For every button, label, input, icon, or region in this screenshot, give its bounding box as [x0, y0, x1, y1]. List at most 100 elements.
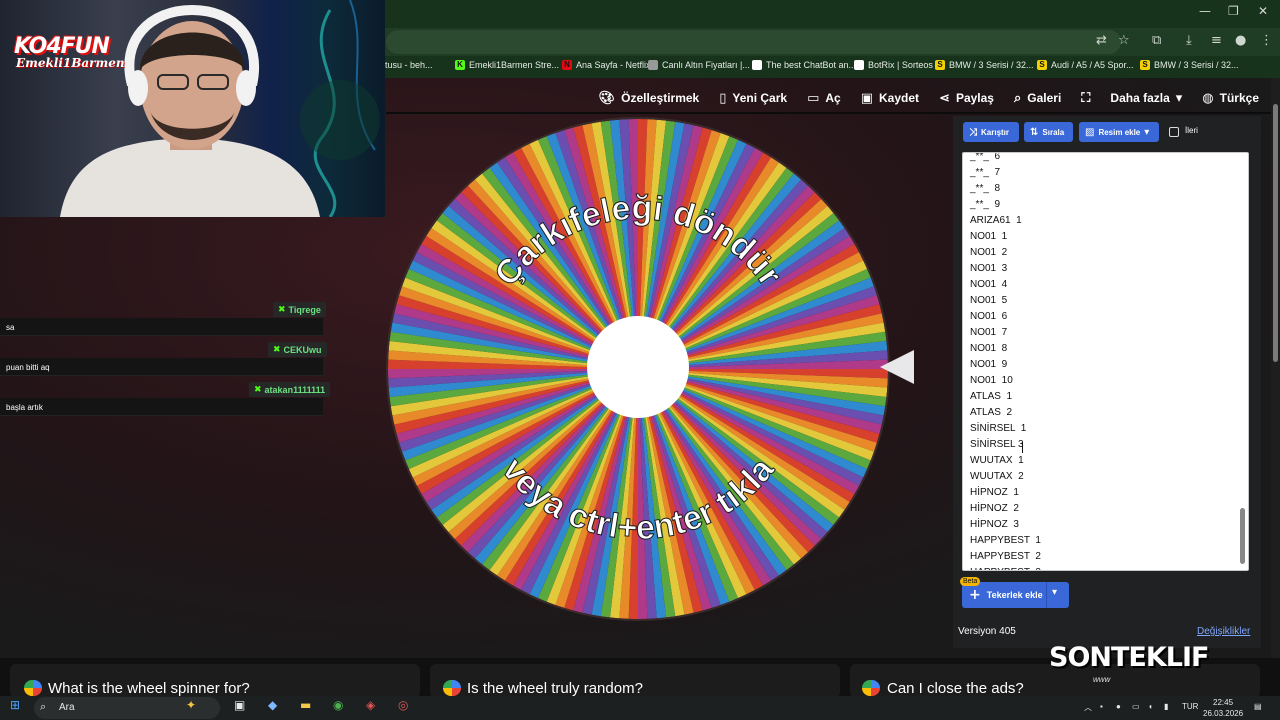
profile-avatar-icon[interactable]: ●: [1235, 33, 1246, 48]
page-scrollbar-thumb[interactable]: [1273, 104, 1278, 362]
entry-line: ATLAS 2: [970, 407, 1013, 418]
add-image-button[interactable]: ▨ Resim ekle ▾: [1079, 122, 1159, 142]
bookmark-label: Emekli1Barmen Stre...: [469, 60, 560, 70]
tab-search-icon[interactable]: ≡: [1211, 33, 1222, 48]
faq-question[interactable]: What is the wheel spinner for?: [48, 680, 250, 697]
file-icon: ▯: [719, 90, 727, 106]
entry-line: _**_ 6: [970, 152, 1001, 162]
taskbar-search-label: Ara: [59, 702, 75, 713]
bookmark-item[interactable]: K Emekli1Barmen Stre...: [455, 60, 559, 70]
chat-message: sa: [0, 318, 323, 336]
browser-menu-icon[interactable]: ⋮: [1260, 33, 1273, 48]
translate-icon[interactable]: ⇄: [1096, 33, 1107, 48]
spin-wheel[interactable]: Çarkıfeleği döndür veya ctrl+enter tıkla: [384, 115, 892, 623]
file-explorer-icon[interactable]: ▬: [300, 698, 311, 712]
bookmark-favicon-icon: [648, 60, 658, 70]
bookmark-item[interactable]: S Audi / A5 / A5 Spor...: [1037, 60, 1134, 70]
entry-line: _**_ 7: [970, 167, 1001, 178]
wheel-pointer: [880, 350, 914, 384]
maximize-icon[interactable]: ❐: [1228, 4, 1239, 18]
bookmark-item[interactable]: S BMW / 3 Serisi / 32...: [1140, 60, 1239, 70]
bookmark-label: Ana Sayfa - Netflix: [576, 60, 651, 70]
chat-message: puan bitti aq: [0, 358, 323, 376]
text-caret: [1022, 442, 1023, 453]
bookmark-item[interactable]: S BMW / 3 Serisi / 32...: [935, 60, 1034, 70]
save-icon: ▣: [860, 90, 874, 106]
add-wheel-button[interactable]: + Tekerlek ekle ▾: [962, 582, 1069, 608]
extensions-icon[interactable]: ⧉: [1152, 33, 1161, 48]
language-menu[interactable]: ◍ Türkçe: [1202, 91, 1259, 106]
bookmark-item[interactable]: BotRix | Sorteos: [854, 60, 933, 70]
chat-username: ✖ Tiqrege: [273, 302, 326, 317]
globe-icon: ◍: [1202, 90, 1214, 106]
advanced-checkbox[interactable]: [1169, 127, 1179, 137]
entry-line: WUUTAX 1: [970, 455, 1024, 466]
entries-scrollbar[interactable]: [1239, 159, 1246, 564]
chat-username: ✖ atakan1111111: [249, 382, 331, 397]
screen: — ❐ ✕ ⇄ ☆ ⧉ ⤓ ≡ ● ⋮ Kutusu - beh... K Emek…: [0, 0, 1280, 720]
caret-down-icon[interactable]: ▾: [1052, 587, 1057, 598]
app-icon[interactable]: ◆: [268, 698, 277, 712]
tray-app-icon[interactable]: ▪: [1100, 702, 1103, 711]
bookmark-item[interactable]: N Ana Sayfa - Netflix: [562, 60, 651, 70]
sort-button[interactable]: ⇅ Sırala: [1024, 122, 1073, 142]
clock-time: 22:45: [1213, 698, 1234, 707]
address-bar[interactable]: [386, 30, 1121, 54]
chat-username: ✖ CEKUwu: [268, 342, 327, 357]
open-button[interactable]: ▭ Aç: [807, 91, 841, 106]
webcam-overlay: KO4FUN Emekli1Barmen: [0, 0, 385, 217]
obs-icon[interactable]: ◎: [398, 698, 408, 712]
faq-question[interactable]: Can I close the ads?: [887, 680, 1024, 697]
bookmark-favicon-icon: N: [562, 60, 572, 70]
fullscreen-button[interactable]: ⛶: [1081, 91, 1090, 106]
chrome-icon[interactable]: ◉: [333, 698, 343, 712]
entry-line: NO01 8: [970, 343, 1008, 354]
customize-button[interactable]: 🎨︎ Özelleştirmek: [599, 91, 700, 106]
changes-link[interactable]: Değişiklikler: [1197, 626, 1250, 637]
clock-date: 26.03.2026: [1203, 709, 1244, 718]
bookmark-star-icon[interactable]: ☆: [1118, 33, 1130, 48]
bookmark-favicon-icon: S: [1140, 60, 1150, 70]
shuffle-icon: ⤨: [969, 126, 977, 138]
streamer-figure: [60, 0, 380, 217]
bookmark-favicon-icon: [752, 60, 762, 70]
wheel-center-button[interactable]: [587, 316, 689, 418]
entry-line: HİPNOZ 2: [970, 503, 1019, 514]
download-icon[interactable]: ⤓: [1186, 33, 1192, 48]
beta-badge: Beta: [960, 577, 981, 586]
windows-start-icon[interactable]: ⊞: [10, 698, 20, 712]
network-icon[interactable]: ▭: [1132, 702, 1140, 711]
entry-line: _**_ 8: [970, 183, 1001, 194]
language-indicator[interactable]: TUR: [1182, 702, 1198, 711]
more-menu[interactable]: Daha fazla ▾: [1110, 91, 1182, 106]
bookmark-favicon-icon: K: [455, 60, 465, 70]
faq-icon: [24, 680, 42, 696]
gallery-button[interactable]: ⌕ Galeri: [1014, 91, 1061, 106]
volume-icon[interactable]: ◖: [1148, 702, 1153, 711]
task-view-icon[interactable]: ▣: [234, 698, 245, 712]
microphone-icon[interactable]: ●: [1116, 702, 1121, 711]
shuffle-button[interactable]: ⤨ Karıştır: [963, 122, 1019, 142]
stream-watermark-subtitle: www: [1093, 675, 1111, 684]
close-icon[interactable]: ✕: [1258, 4, 1268, 18]
bookmark-favicon-icon: S: [1037, 60, 1047, 70]
faq-question[interactable]: Is the wheel truly random?: [467, 680, 643, 697]
bookmark-item[interactable]: The best ChatBot an...: [752, 60, 856, 70]
share-button[interactable]: ⋖ Paylaş: [939, 91, 994, 106]
entries-textarea[interactable]: _**_ 6 _**_ 7 _**_ 8 _**_ 9 ARIZA61 1 NO01 1 N…: [962, 152, 1249, 571]
button-divider: [1046, 582, 1047, 608]
notification-icon[interactable]: ▤: [1254, 702, 1262, 711]
new-wheel-button[interactable]: ▯ Yeni Çark: [719, 91, 787, 106]
save-button[interactable]: ▣ Kaydet: [861, 91, 919, 106]
bookmark-item[interactable]: Canlı Altın Fiyatları |...: [648, 60, 750, 70]
chat-message: başla artık: [0, 398, 323, 416]
entry-line: SİNİRSEL 3: [970, 439, 1024, 450]
bookmark-label: BMW / 3 Serisi / 32...: [1154, 60, 1239, 70]
battery-icon[interactable]: ▮: [1164, 702, 1168, 711]
app-icon[interactable]: ◈: [366, 698, 375, 712]
minimize-icon[interactable]: —: [1199, 4, 1211, 18]
tray-chevron-icon[interactable]: ︿: [1084, 702, 1092, 713]
entries-scrollbar-thumb[interactable]: [1240, 508, 1245, 564]
system-clock[interactable]: 22:45 26.03.2026: [1203, 697, 1243, 719]
image-icon: ▨: [1085, 126, 1095, 138]
